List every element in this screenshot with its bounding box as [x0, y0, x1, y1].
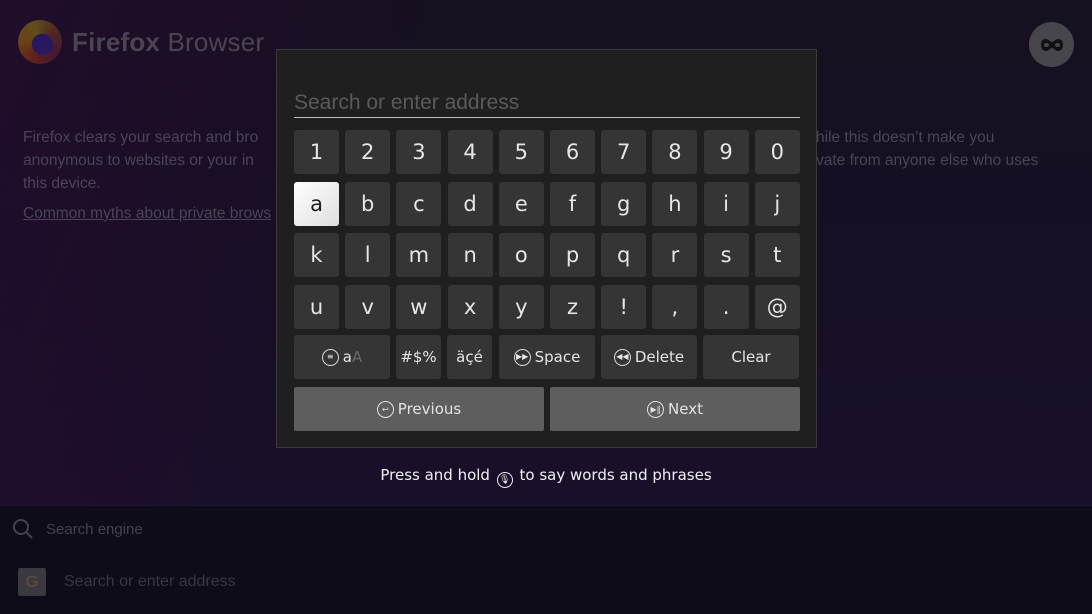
key-p[interactable]: p	[550, 233, 595, 277]
fast-forward-icon: ▶▶	[513, 348, 531, 366]
microphone-icon: 🎙︎	[496, 472, 513, 488]
key-o[interactable]: o	[498, 233, 544, 277]
back-icon: ↩	[376, 400, 394, 418]
key-u[interactable]: u	[294, 284, 339, 329]
common-myths-link[interactable]: Common myths about private brows	[23, 205, 271, 223]
mask-icon	[1040, 38, 1063, 51]
case-lower: a	[342, 348, 352, 366]
symbols-key[interactable]: #$%	[396, 335, 441, 379]
space-label: Space	[534, 348, 581, 366]
key-m[interactable]: m	[396, 233, 442, 277]
delete-key[interactable]: ◀◀ Delete	[601, 335, 697, 379]
hint-text-before: Press and hold	[380, 466, 495, 484]
logo-text-bold: Firefox	[72, 26, 161, 57]
key-x[interactable]: x	[447, 284, 493, 329]
key-t[interactable]: t	[754, 233, 800, 277]
key-l[interactable]: l	[345, 233, 391, 277]
next-label: Next	[668, 400, 703, 418]
delete-label: Delete	[634, 348, 685, 366]
search-engine-label: Search engine	[46, 520, 143, 538]
key-y[interactable]: y	[498, 284, 544, 329]
key-![interactable]: !	[601, 284, 647, 329]
case-toggle-key[interactable]: ≡ aA	[294, 335, 390, 379]
next-button[interactable]: ▶‖ Next	[550, 387, 800, 431]
key-8[interactable]: 8	[652, 130, 698, 174]
key-s[interactable]: s	[703, 233, 749, 277]
rewind-icon: ◀◀	[613, 348, 631, 366]
key-@[interactable]: @	[754, 284, 800, 329]
voice-hint: Press and hold 🎙︎ to say words and phras…	[0, 466, 1092, 488]
key-r[interactable]: r	[652, 233, 698, 277]
private-browsing-info-right: hile this doesn’t make you vate from any…	[816, 126, 1038, 172]
search-icon	[13, 519, 33, 539]
key-2[interactable]: 2	[345, 130, 391, 174]
menu-icon: ≡	[321, 348, 339, 366]
address-input[interactable]	[294, 88, 800, 118]
info-line: hile this doesn’t make you	[816, 129, 995, 146]
key-9[interactable]: 9	[703, 130, 749, 174]
key-v[interactable]: v	[345, 284, 391, 329]
key-6[interactable]: 6	[550, 130, 595, 174]
key-h[interactable]: h	[652, 181, 698, 226]
logo-text: Firefox Browser	[72, 27, 264, 58]
key-3[interactable]: 3	[396, 130, 442, 174]
key-e[interactable]: e	[498, 181, 544, 226]
info-line: vate from anyone else who uses	[816, 152, 1039, 169]
address-bar-row[interactable]: G Search or enter address	[18, 568, 236, 596]
key-7[interactable]: 7	[601, 130, 647, 174]
address-bar-placeholder[interactable]: Search or enter address	[64, 573, 236, 591]
key-n[interactable]: n	[447, 233, 493, 277]
key-f[interactable]: f	[550, 181, 595, 226]
firefox-logo: Firefox Browser	[18, 20, 264, 64]
key-c[interactable]: c	[396, 181, 442, 226]
key-a[interactable]: a	[294, 181, 339, 226]
key-k[interactable]: k	[294, 233, 339, 277]
space-key[interactable]: ▶▶ Space	[499, 335, 595, 379]
key-4[interactable]: 4	[447, 130, 493, 174]
bottom-search-bar: Search engine G Search or enter address	[0, 505, 1092, 614]
firefox-logo-icon	[18, 20, 62, 64]
key-,[interactable]: ,	[652, 284, 698, 329]
onscreen-keyboard-dialog: 1234567890abcdefghijklmnopqrstuvwxyz!,.@…	[276, 49, 817, 448]
hint-text-after: to say words and phrases	[514, 466, 712, 484]
logo-text-light: Browser	[160, 26, 265, 57]
previous-button[interactable]: ↩ Previous	[294, 387, 544, 431]
key-z[interactable]: z	[550, 284, 595, 329]
key-j[interactable]: j	[754, 181, 800, 226]
google-icon: G	[18, 568, 46, 596]
key-0[interactable]: 0	[754, 130, 800, 174]
key-1[interactable]: 1	[294, 130, 339, 174]
key-w[interactable]: w	[396, 284, 442, 329]
key-d[interactable]: d	[447, 181, 493, 226]
previous-label: Previous	[397, 400, 462, 418]
case-upper: A	[351, 348, 363, 366]
key-q[interactable]: q	[601, 233, 647, 277]
key-b[interactable]: b	[345, 181, 391, 226]
clear-key[interactable]: Clear	[703, 335, 799, 379]
search-engine-row[interactable]: Search engine	[12, 518, 143, 540]
accents-key[interactable]: äçé	[447, 335, 492, 379]
private-mode-button[interactable]	[1029, 22, 1074, 67]
play-pause-icon: ▶‖	[647, 400, 665, 418]
key-g[interactable]: g	[601, 181, 647, 226]
key-5[interactable]: 5	[498, 130, 544, 174]
key-i[interactable]: i	[703, 181, 749, 226]
key-.[interactable]: .	[703, 284, 749, 329]
